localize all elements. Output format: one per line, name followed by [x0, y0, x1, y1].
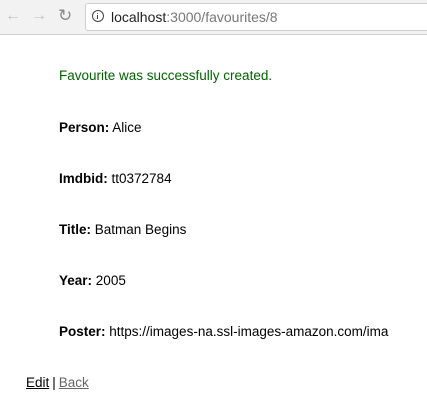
field-value-imdbid: tt0372784 — [111, 171, 172, 186]
field-value-year: 2005 — [95, 273, 126, 288]
field-label-poster: Poster: — [59, 324, 106, 339]
field-label-year: Year: — [59, 273, 93, 288]
edit-link[interactable]: Edit — [26, 375, 49, 390]
field-label-person: Person: — [59, 120, 110, 135]
forward-arrow-icon[interactable]: → — [31, 8, 47, 24]
notice-message: Favourite was successfully created. — [59, 68, 273, 83]
field-imdbid: Imdbid: tt0372784 — [59, 171, 172, 186]
back-link[interactable]: Back — [59, 375, 89, 390]
address-bar[interactable]: localhost:3000/favourites/8 — [85, 3, 427, 31]
link-separator: | — [52, 375, 56, 390]
info-icon[interactable] — [92, 10, 104, 22]
field-label-imdbid: Imdbid: — [59, 171, 108, 186]
back-arrow-icon[interactable]: ← — [5, 8, 21, 24]
browser-toolbar: ← → ↻ localhost:3000/favourites/8 — [0, 0, 427, 35]
field-value-poster: https://images-na.ssl-images-amazon.com/… — [109, 324, 389, 339]
url-text[interactable]: localhost:3000/favourites/8 — [111, 9, 278, 25]
field-year: Year: 2005 — [59, 273, 126, 288]
field-value-title: Batman Begins — [94, 222, 187, 237]
action-links: Edit | Back — [26, 375, 89, 390]
field-title: Title: Batman Begins — [59, 222, 186, 237]
url-host: localhost — [111, 9, 167, 25]
field-person: Person: Alice — [59, 120, 142, 135]
field-label-title: Title: — [59, 222, 92, 237]
field-poster: Poster: https://images-na.ssl-images-ama… — [59, 324, 388, 339]
url-path: :3000/favourites/8 — [166, 9, 278, 25]
field-value-person: Alice — [112, 120, 142, 135]
reload-icon[interactable]: ↻ — [58, 7, 72, 24]
